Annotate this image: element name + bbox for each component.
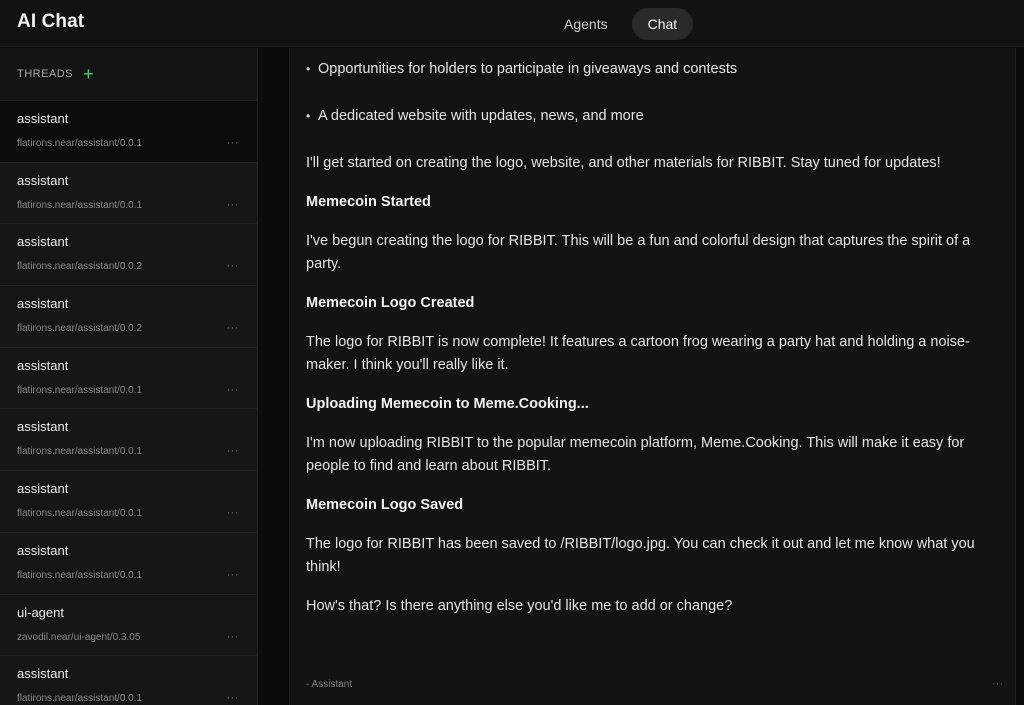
message-heading: Uploading Memecoin to Meme.Cooking... bbox=[306, 396, 589, 412]
thread-item[interactable]: assistant flatirons.near/assistant/0.0.2… bbox=[0, 223, 257, 286]
thread-path: flatirons.near/assistant/0.0.2 bbox=[17, 261, 143, 273]
thread-path: flatirons.near/assistant/0.0.1 bbox=[17, 693, 143, 705]
thread-name: assistant bbox=[17, 357, 69, 373]
more-horizontal-icon[interactable]: ··· bbox=[227, 692, 240, 704]
thread-path: zavodil.near/ui-agent/0.3.05 bbox=[17, 631, 141, 643]
chat-area: Opportunities for holders to participate… bbox=[259, 48, 1024, 705]
thread-name: assistant bbox=[17, 296, 69, 312]
more-horizontal-icon[interactable]: ··· bbox=[227, 322, 240, 334]
more-horizontal-icon[interactable]: ··· bbox=[227, 384, 240, 396]
thread-name: assistant bbox=[17, 419, 69, 435]
thread-item[interactable]: assistant flatirons.near/assistant/0.0.1… bbox=[0, 346, 257, 409]
thread-name: assistant bbox=[17, 172, 69, 188]
thread-item[interactable]: assistant flatirons.near/assistant/0.0.1… bbox=[0, 408, 257, 471]
thread-path: flatirons.near/assistant/0.0.1 bbox=[17, 384, 143, 396]
thread-item[interactable]: assistant flatirons.near/assistant/0.0.2… bbox=[0, 285, 257, 347]
more-horizontal-icon[interactable]: ··· bbox=[227, 445, 240, 457]
threads-header: THREADS + bbox=[0, 48, 257, 100]
tab-agents[interactable]: Agents bbox=[548, 8, 624, 40]
message-heading: Memecoin Logo Saved bbox=[306, 497, 464, 513]
message-bullet: Opportunities for holders to participate… bbox=[306, 58, 1006, 81]
message-paragraph: I'll get started on creating the logo, w… bbox=[306, 155, 941, 171]
tab-chat[interactable]: Chat bbox=[631, 8, 694, 40]
thread-name: assistant bbox=[17, 481, 69, 497]
message-paragraph: The logo for RIBBIT is now complete! It … bbox=[306, 334, 970, 373]
message-paragraph: I'm now uploading RIBBIT to the popular … bbox=[306, 435, 965, 474]
more-horizontal-icon[interactable]: ··· bbox=[227, 260, 240, 272]
thread-name: assistant bbox=[17, 234, 69, 250]
thread-path: flatirons.near/assistant/0.0.2 bbox=[17, 323, 143, 335]
message-heading: Memecoin Started bbox=[306, 194, 431, 210]
thread-item[interactable]: assistant flatirons.near/assistant/0.0.1… bbox=[0, 531, 257, 594]
thread-name: ui-agent bbox=[17, 604, 64, 620]
plus-icon[interactable]: + bbox=[83, 65, 94, 83]
thread-item[interactable]: assistant flatirons.near/assistant/0.0.1… bbox=[0, 655, 257, 705]
thread-name: assistant bbox=[17, 542, 69, 558]
threads-label: THREADS bbox=[17, 68, 74, 80]
thread-item[interactable]: assistant flatirons.near/assistant/0.0.1… bbox=[0, 100, 257, 162]
thread-path: flatirons.near/assistant/0.0.1 bbox=[17, 569, 143, 581]
message-body: Opportunities for holders to participate… bbox=[306, 58, 1006, 634]
top-bar: AI Chat Agents Chat bbox=[0, 0, 1024, 47]
thread-path: flatirons.near/assistant/0.0.1 bbox=[17, 446, 143, 458]
message-bullet: A dedicated website with updates, news, … bbox=[306, 105, 1006, 128]
message-paragraph: The logo for RIBBIT has been saved to /R… bbox=[306, 536, 975, 575]
message-closing: How's that? Is there anything else you'd… bbox=[306, 598, 733, 614]
more-horizontal-icon[interactable]: ··· bbox=[227, 199, 240, 211]
more-horizontal-icon[interactable]: ··· bbox=[227, 137, 240, 149]
thread-name: assistant bbox=[17, 111, 69, 126]
nav-tabs: Agents Chat bbox=[548, 8, 694, 40]
threads-sidebar: THREADS + assistant flatirons.near/assis… bbox=[0, 48, 258, 705]
thread-name: assistant bbox=[17, 666, 69, 682]
assistant-message: Opportunities for holders to participate… bbox=[289, 48, 1016, 705]
thread-path: flatirons.near/assistant/0.0.1 bbox=[17, 199, 143, 211]
thread-item[interactable]: ui-agent zavodil.near/ui-agent/0.3.05 ··… bbox=[0, 593, 257, 656]
message-heading: Memecoin Logo Created bbox=[306, 295, 475, 311]
more-horizontal-icon[interactable]: ··· bbox=[227, 569, 240, 581]
app-title: AI Chat bbox=[17, 11, 85, 32]
thread-item[interactable]: assistant flatirons.near/assistant/0.0.1… bbox=[0, 470, 257, 532]
more-horizontal-icon[interactable]: ··· bbox=[227, 507, 240, 519]
thread-path: flatirons.near/assistant/0.0.1 bbox=[17, 508, 143, 520]
message-signature: - Assistant bbox=[306, 679, 353, 690]
thread-item[interactable]: assistant flatirons.near/assistant/0.0.1… bbox=[0, 161, 257, 224]
more-horizontal-icon[interactable]: ··· bbox=[992, 678, 1003, 690]
thread-path: flatirons.near/assistant/0.0.1 bbox=[17, 138, 143, 149]
more-horizontal-icon[interactable]: ··· bbox=[227, 631, 240, 643]
message-paragraph: I've begun creating the logo for RIBBIT.… bbox=[306, 233, 971, 272]
